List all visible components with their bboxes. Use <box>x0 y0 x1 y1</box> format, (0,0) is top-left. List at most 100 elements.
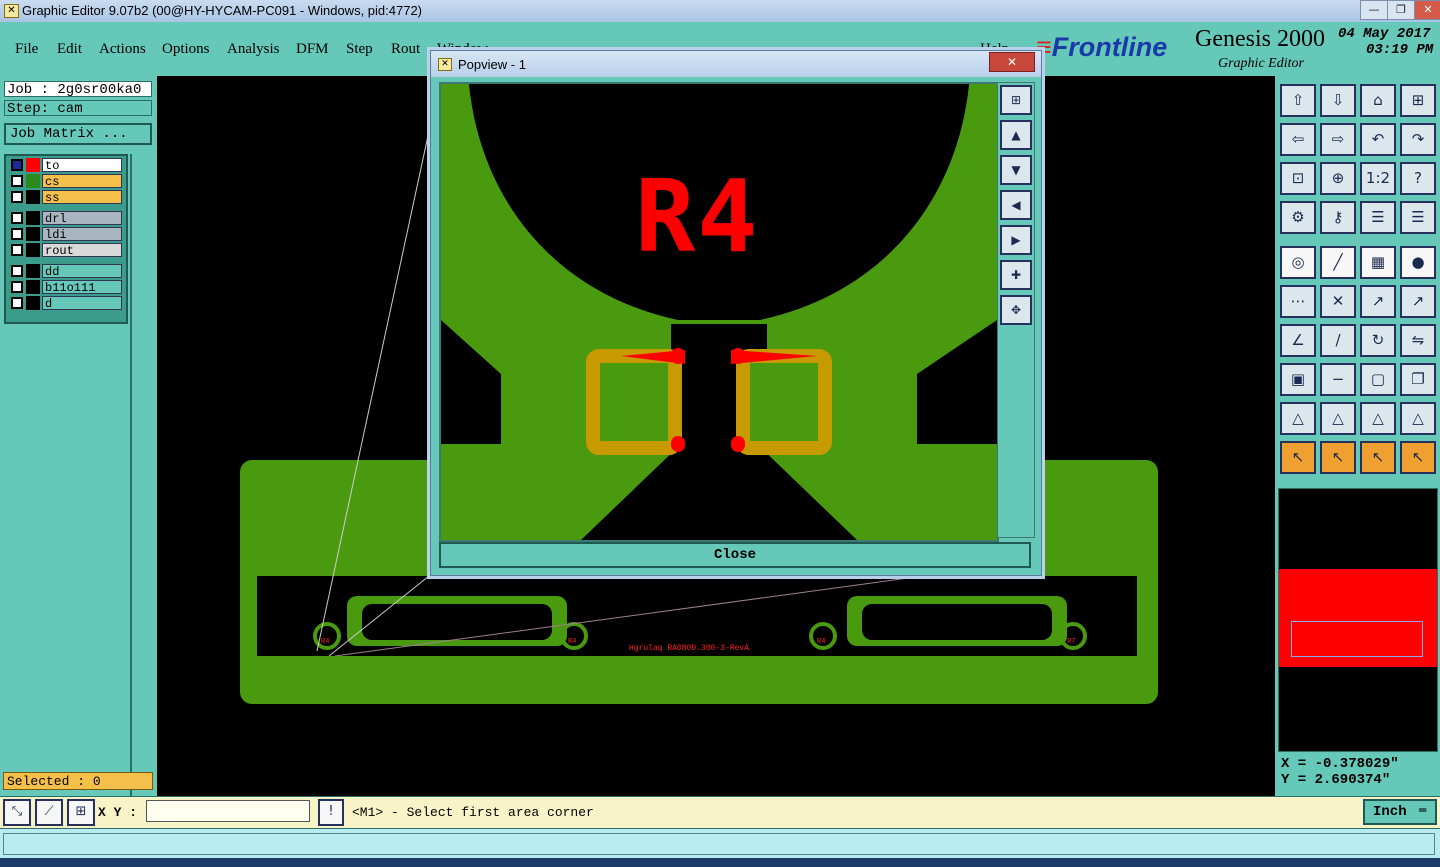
home-icon[interactable]: ⌂ <box>1360 84 1396 117</box>
status-bar: ⤡ ⟋ ⊞ X Y : ! <M1> - Select first area c… <box>0 796 1440 828</box>
zoom-center-icon[interactable]: ⊕ <box>1320 162 1356 195</box>
line-icon[interactable]: ╱ <box>1320 246 1356 279</box>
zoom-out-icon[interactable]: ✥ <box>1000 295 1032 325</box>
pan-down-icon[interactable]: ▼ <box>1000 155 1032 185</box>
pan-up-icon[interactable]: ▲ <box>1000 120 1032 150</box>
tools-icon[interactable]: ⚙ <box>1280 201 1316 234</box>
snap-icon[interactable]: ⟋ <box>35 799 63 826</box>
mirror-icon[interactable]: ⇋ <box>1400 324 1436 357</box>
job-matrix-button[interactable]: Job Matrix ... <box>4 123 152 145</box>
rotate-icon[interactable]: ↻ <box>1360 324 1396 357</box>
layer-checkbox[interactable] <box>11 175 23 187</box>
minus-icon[interactable]: − <box>1320 363 1356 396</box>
layer-row-b11o111[interactable]: b11o111 <box>8 280 126 295</box>
layer-row-cs[interactable]: cs <box>8 174 126 189</box>
pointer-circle-icon[interactable]: ↖ <box>1360 441 1396 474</box>
popview-close-x[interactable]: ✕ <box>989 52 1035 72</box>
layers-icon[interactable]: ☰ <box>1400 201 1436 234</box>
redo-icon[interactable]: ↷ <box>1400 123 1436 156</box>
minimize-button[interactable]: — <box>1360 0 1388 20</box>
menu-file[interactable]: File <box>15 41 38 58</box>
popview-canvas[interactable]: R4 <box>439 82 999 542</box>
pan-right-icon[interactable]: ▶ <box>1000 225 1032 255</box>
layer-row-ldi[interactable]: ldi <box>8 227 126 242</box>
scale-icon[interactable]: 1:2 <box>1360 162 1396 195</box>
layer-row-rout[interactable]: rout <box>8 243 126 258</box>
menu-edit[interactable]: Edit <box>57 41 82 58</box>
layer-checkbox[interactable] <box>11 244 23 256</box>
menu-dfm[interactable]: DFM <box>296 41 329 58</box>
triangle-icon[interactable]: △ <box>1280 402 1316 435</box>
menu-analysis[interactable]: Analysis <box>227 41 280 58</box>
measure-icon[interactable]: ⤡ <box>3 799 31 826</box>
layer-checkbox[interactable] <box>11 297 23 309</box>
product-name: Genesis 2000 <box>1195 26 1325 52</box>
layer-row-dd[interactable]: dd <box>8 264 126 279</box>
layer-name: rout <box>42 243 122 258</box>
pan-left-icon[interactable]: ⇦ <box>1280 123 1316 156</box>
pointer-box-icon[interactable]: ↖ <box>1320 441 1356 474</box>
cross-icon[interactable]: ✕ <box>1320 285 1356 318</box>
menu-actions[interactable]: Actions <box>99 41 146 58</box>
time-display: 03:19 PM <box>1366 42 1434 58</box>
pointer-move-icon[interactable]: ↖ <box>1400 441 1436 474</box>
open-up-icon[interactable]: ⇧ <box>1280 84 1316 117</box>
overview-map[interactable] <box>1278 488 1438 752</box>
board-silk-text: Hgrulaq RA0800.300-3-RevA <box>629 644 750 653</box>
layer-checkbox[interactable] <box>11 281 23 293</box>
layer-checkbox[interactable] <box>11 212 23 224</box>
key-icon[interactable]: ⚷ <box>1320 201 1356 234</box>
layer-row-ss[interactable]: ss <box>8 190 126 205</box>
help-icon[interactable]: ? <box>1400 162 1436 195</box>
maximize-button[interactable]: ❐ <box>1387 0 1415 20</box>
slash-icon[interactable]: / <box>1320 324 1356 357</box>
ruler-icon[interactable]: ▦ <box>1360 246 1396 279</box>
layer-checkbox[interactable] <box>11 191 23 203</box>
layer-row-to[interactable]: to <box>8 158 126 173</box>
layer-row-d[interactable]: d <box>8 296 126 311</box>
units-value: Inch <box>1373 804 1407 820</box>
triangle-red-icon[interactable]: △ <box>1360 402 1396 435</box>
layer-scroll[interactable] <box>130 154 156 798</box>
menu-options[interactable]: Options <box>162 41 210 58</box>
undo-icon[interactable]: ↶ <box>1360 123 1396 156</box>
popview-close-button[interactable]: Close <box>439 542 1031 568</box>
zoom-fit-icon[interactable]: ⊞ <box>1000 85 1032 115</box>
pointer-icon[interactable]: ↖ <box>1280 441 1316 474</box>
layer-name: cs <box>42 174 122 189</box>
angle-icon[interactable]: ∠ <box>1280 324 1316 357</box>
triangle-blue-icon[interactable]: △ <box>1400 402 1436 435</box>
layer-name: dd <box>42 264 122 279</box>
menu-rout[interactable]: Rout <box>391 41 420 58</box>
grid-icon[interactable]: ⊞ <box>67 799 95 826</box>
pad-icon[interactable]: ◎ <box>1280 246 1316 279</box>
window-icon[interactable]: ⊞ <box>1400 84 1436 117</box>
box-icon[interactable]: ▢ <box>1360 363 1396 396</box>
pan-right-icon[interactable]: ⇨ <box>1320 123 1356 156</box>
layer-checkbox[interactable] <box>11 228 23 240</box>
layer-color-swatch <box>26 280 40 294</box>
connect-icon[interactable]: ⋯ <box>1280 285 1316 318</box>
menu-step[interactable]: Step <box>346 41 373 58</box>
layers-icon[interactable]: ☰ <box>1360 201 1396 234</box>
layer-checkbox[interactable] <box>11 159 23 171</box>
units-select[interactable]: Inch ═ <box>1363 799 1437 825</box>
layer-checkbox[interactable] <box>11 265 23 277</box>
copy-icon[interactable]: ❐ <box>1400 363 1436 396</box>
arrow-dot-icon[interactable]: ↗ <box>1400 285 1436 318</box>
alert-icon[interactable]: ! <box>318 799 344 826</box>
arrow-dot-icon[interactable]: ↗ <box>1360 285 1396 318</box>
zoom-in-icon[interactable]: ✚ <box>1000 260 1032 290</box>
coord-y: Y = 2.690374" <box>1281 772 1391 788</box>
triangle-up-icon[interactable]: △ <box>1320 402 1356 435</box>
layer-row-drl[interactable]: drl <box>8 211 126 226</box>
message-bar <box>0 828 1440 859</box>
pan-left-icon[interactable]: ◀ <box>1000 190 1032 220</box>
snap-icon[interactable]: ▣ <box>1280 363 1316 396</box>
xy-input[interactable] <box>146 800 310 822</box>
overview-viewport[interactable] <box>1291 621 1423 657</box>
zoom-fit-icon[interactable]: ⊡ <box>1280 162 1316 195</box>
dot-icon[interactable]: ● <box>1400 246 1436 279</box>
open-down-icon[interactable]: ⇩ <box>1320 84 1356 117</box>
close-window-button[interactable]: ✕ <box>1414 0 1440 20</box>
